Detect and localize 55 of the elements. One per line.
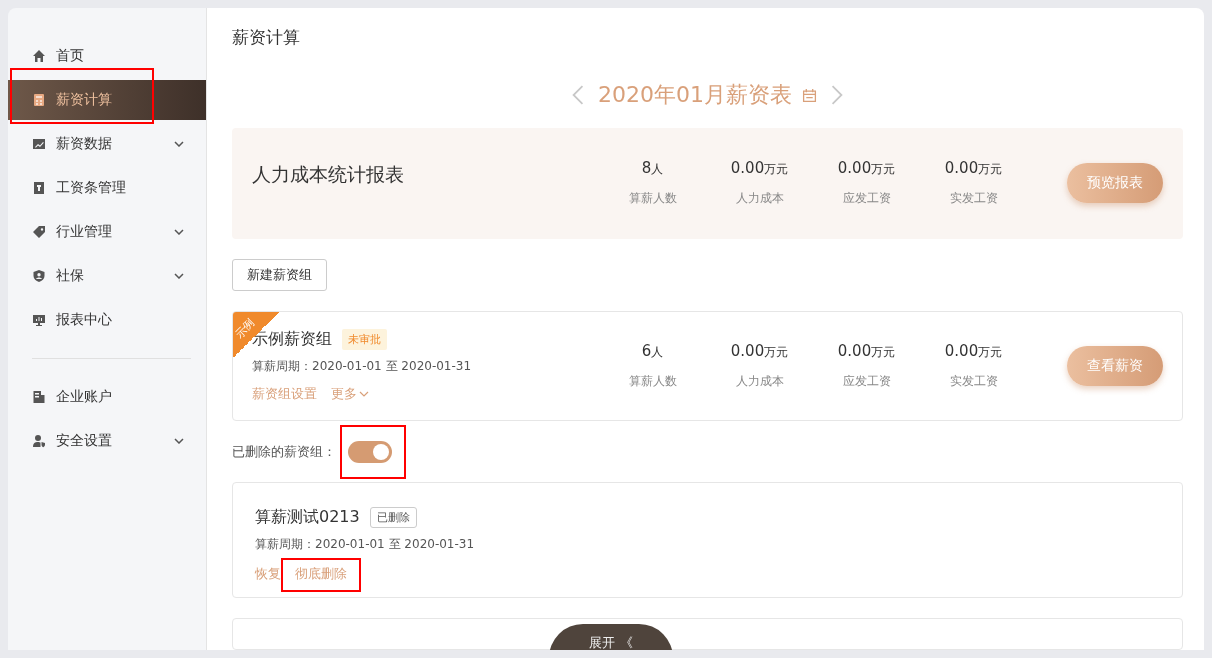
sidebar-item[interactable]: 企业账户 <box>8 377 206 417</box>
chevron-down-icon <box>174 273 184 279</box>
chevron-down-icon <box>174 141 184 147</box>
period-text: 算薪周期：2020-01-01 至 2020-01-31 <box>255 536 476 553</box>
line-chart-icon <box>32 137 46 151</box>
stat-label: 应发工资 <box>841 372 892 390</box>
stat-label: 算薪人数 <box>627 372 678 390</box>
new-group-button[interactable]: 新建薪资组 <box>232 258 327 291</box>
page-title: 薪资计算 <box>232 26 301 49</box>
sidebar-item[interactable]: 安全设置 <box>8 421 206 461</box>
sidebar-item[interactable]: 社保 <box>8 256 206 296</box>
user-shield-icon <box>32 434 46 448</box>
monitor-icon <box>32 313 46 327</box>
building-icon <box>32 390 46 404</box>
sidebar-item[interactable]: 首页 <box>8 36 206 76</box>
calculator-icon <box>32 93 46 107</box>
group-name: 示例薪资组 <box>252 328 332 350</box>
summary-title: 人力成本统计报表 <box>252 162 405 188</box>
period-text: 算薪周期：2020-01-01 至 2020-01-31 <box>252 357 473 375</box>
stat-value: 0.00万元 <box>729 341 790 361</box>
stat-label: 实发工资 <box>948 372 999 390</box>
chevron-left-icon <box>572 85 584 106</box>
chevron-down-icon <box>174 229 184 235</box>
receipt-icon <box>32 181 46 195</box>
stat-value: 0.00万元 <box>729 159 790 179</box>
period-title: 2020年01月薪资表 <box>598 81 792 110</box>
stat-value: 6人 <box>640 341 665 361</box>
expand-tab[interactable]: 展开 《 <box>549 624 673 650</box>
stat-value: 0.00万元 <box>943 159 1004 179</box>
stat-label: 人力成本 <box>734 372 785 390</box>
calendar-icon <box>802 87 817 103</box>
group-name: 算薪测试0213 <box>255 507 360 528</box>
stat-value: 0.00万元 <box>836 341 897 361</box>
tag-icon <box>32 225 46 239</box>
stat-value: 0.00万元 <box>836 159 897 179</box>
stat-value: 8人 <box>640 159 665 179</box>
sidebar-item[interactable]: 薪资数据 <box>8 124 206 164</box>
sidebar-item[interactable]: 工资条管理 <box>8 168 206 208</box>
stat-label: 算薪人数 <box>627 190 678 208</box>
stat-value: 0.00万元 <box>943 341 1004 361</box>
sidebar-item[interactable]: 报表中心 <box>8 300 206 340</box>
sidebar-item[interactable]: 行业管理 <box>8 212 206 252</box>
toggle-label: 已删除的薪资组： <box>232 442 336 461</box>
chevron-right-icon <box>831 85 843 106</box>
chevron-down-icon <box>359 390 369 397</box>
sidebar-item[interactable]: 薪资计算 <box>8 80 206 120</box>
shield-icon <box>32 269 46 283</box>
status-tag: 已删除 <box>369 507 417 528</box>
stat-label: 人力成本 <box>734 190 785 208</box>
chevron-down-icon <box>174 438 184 444</box>
home-icon <box>32 49 46 63</box>
stat-label: 实发工资 <box>948 190 999 208</box>
toggle-switch[interactable] <box>348 440 392 463</box>
stat-label: 应发工资 <box>841 190 892 208</box>
status-tag: 未审批 <box>342 328 387 350</box>
